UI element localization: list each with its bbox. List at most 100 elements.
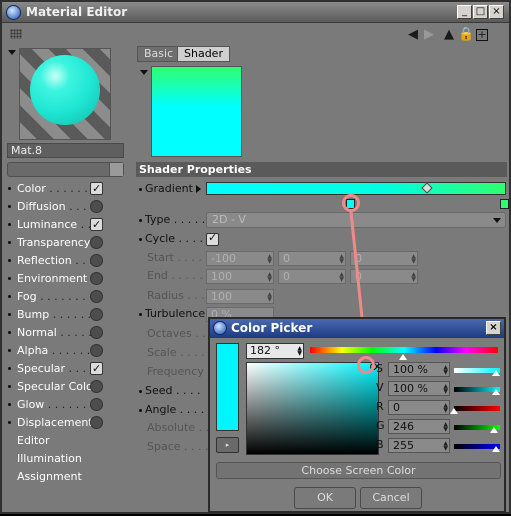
channel-item-environment[interactable]: Environment (6, 270, 126, 288)
r-slider[interactable] (454, 406, 500, 411)
r-slider-handle[interactable] (450, 408, 458, 414)
cancel-button[interactable]: Cancel (360, 487, 422, 509)
channel-label: Illumination (17, 452, 82, 465)
channel-checkbox[interactable] (90, 180, 103, 198)
channel-checkbox[interactable] (90, 236, 103, 249)
type-dropdown[interactable]: 2D - V (206, 212, 506, 228)
g-label: G (376, 419, 385, 432)
channel-label: Editor (17, 434, 50, 447)
channel-checkbox[interactable] (90, 344, 103, 357)
gradient-midpoint-handle[interactable] (421, 182, 433, 194)
arrow-right-icon[interactable]: ▶ (422, 27, 436, 42)
channel-item-editor[interactable]: Editor (6, 432, 126, 450)
lock-icon[interactable]: 🔒 (458, 27, 474, 42)
minimize-button[interactable]: _ (457, 5, 472, 19)
v-slider-handle[interactable] (492, 389, 500, 395)
channel-item-specular[interactable]: Specular . . . (6, 360, 126, 378)
material-preview[interactable] (19, 48, 111, 140)
b-field[interactable]: 255 ▲ ▼ (388, 438, 450, 453)
channel-item-assignment[interactable]: Assignment (6, 468, 126, 486)
channel-item-reflection[interactable]: Reflection . . . (6, 252, 126, 270)
space-label: Space . . . . (147, 440, 209, 453)
channel-item-fog[interactable]: Fog . . . . . . . (6, 288, 126, 306)
end-y-field[interactable]: 0 ▲ ▼ (278, 269, 346, 284)
channel-item-color[interactable]: Color . . . . . . (6, 180, 126, 198)
r-field[interactable]: 0 ▲ ▼ (388, 400, 450, 415)
collapse-arrow-icon[interactable] (8, 50, 16, 55)
ok-button[interactable]: OK (294, 487, 356, 509)
channel-item-alpha[interactable]: Alpha . . . . . . (6, 342, 126, 360)
expand-arrow-icon[interactable] (196, 185, 201, 193)
v-field[interactable]: 100 % ▲ ▼ (388, 381, 450, 396)
color-picker-title-bar: Color Picker × (210, 319, 504, 338)
arrow-left-icon[interactable]: ◀ (406, 27, 420, 42)
channel-label: Alpha (17, 344, 49, 357)
start-label: Start . . . . . (147, 251, 209, 264)
channel-checkbox[interactable] (90, 200, 103, 213)
channel-checkbox[interactable] (90, 398, 103, 411)
start-y-field[interactable]: 0 ▲ ▼ (278, 251, 346, 266)
bullet-icon (8, 313, 11, 316)
channel-label: Transparency (17, 236, 91, 249)
channel-checkbox[interactable] (90, 416, 103, 429)
saturation-value-field[interactable] (246, 362, 379, 455)
channel-item-glow[interactable]: Glow . . . . . . (6, 396, 126, 414)
tab-basic[interactable]: Basic (137, 46, 181, 62)
end-x-field[interactable]: 100 ▲ ▼ (206, 269, 274, 284)
close-button[interactable]: × (489, 5, 504, 19)
channel-item-specular-color[interactable]: Specular Color (6, 378, 126, 396)
tab-shader[interactable]: Shader (177, 46, 230, 62)
scrollbar-knob[interactable] (109, 163, 123, 176)
channel-checkbox[interactable] (90, 272, 103, 285)
channel-checkbox[interactable] (90, 326, 103, 339)
angle-label: Angle . . . . (139, 401, 204, 419)
channel-checkbox[interactable] (90, 290, 103, 303)
channel-item-bump[interactable]: Bump . . . . . . (6, 306, 126, 324)
maximize-button[interactable]: □ (473, 5, 488, 19)
channel-item-diffusion[interactable]: Diffusion . . . . (6, 198, 126, 216)
swatch-button[interactable]: ▸ (216, 437, 239, 453)
g-slider-handle[interactable] (490, 427, 498, 433)
cycle-checkbox[interactable] (206, 231, 219, 246)
end-z-field[interactable]: 0 ▲ ▼ (350, 269, 418, 284)
gradient-knot-end[interactable] (500, 199, 509, 209)
hue-slider[interactable] (310, 347, 498, 353)
channel-item-transparency[interactable]: Transparency (6, 234, 126, 252)
collapse-arrow-icon[interactable] (140, 70, 148, 75)
channel-checkbox[interactable] (90, 380, 103, 393)
new-window-icon[interactable]: + (476, 29, 488, 41)
s-slider-handle[interactable] (492, 370, 500, 376)
channel-checkbox[interactable] (90, 254, 103, 267)
section-header: Shader Properties (136, 162, 507, 177)
callout-ring-knot (342, 194, 360, 212)
gradient-bar[interactable] (206, 182, 506, 195)
start-z-field[interactable]: 0 ▲ ▼ (350, 251, 418, 266)
leader-dots: . . . . . . . (36, 290, 86, 303)
radius-field[interactable]: 100 ▲ ▼ (206, 289, 274, 304)
b-slider-handle[interactable] (492, 446, 500, 452)
channel-checkbox[interactable] (90, 308, 103, 321)
close-button[interactable]: × (486, 321, 501, 335)
hue-field[interactable]: 182 ° ▲ ▼ (246, 343, 304, 359)
channel-label: Bump (17, 308, 50, 321)
type-value: 2D - V (212, 213, 246, 226)
channel-item-displacement[interactable]: Displacement (6, 414, 126, 432)
channel-item-illumination[interactable]: Illumination (6, 450, 126, 468)
channel-checkbox[interactable] (90, 216, 103, 234)
type-label: Type . . . . . (139, 211, 205, 229)
up-arrow-icon[interactable]: ▲ (442, 27, 456, 42)
material-scrollbar[interactable] (7, 162, 124, 177)
choose-screen-color-button[interactable]: Choose Screen Color (216, 462, 501, 479)
channel-item-normal[interactable]: Normal . . . . . (6, 324, 126, 342)
channel-checkbox[interactable] (90, 360, 103, 378)
channel-label: Luminance (17, 218, 78, 231)
start-x-field[interactable]: -100 ▲ ▼ (206, 251, 274, 266)
hue-slider-handle[interactable] (399, 354, 407, 360)
g-field[interactable]: 246 ▲ ▼ (388, 419, 450, 434)
material-name-field[interactable]: Mat.8 (7, 143, 124, 158)
s-field[interactable]: 100 % ▲ ▼ (388, 362, 450, 377)
channel-item-luminance[interactable]: Luminance . . (6, 216, 126, 234)
bullet-icon (8, 367, 11, 370)
channel-label: Glow (17, 398, 45, 411)
preview-sphere (30, 55, 100, 125)
